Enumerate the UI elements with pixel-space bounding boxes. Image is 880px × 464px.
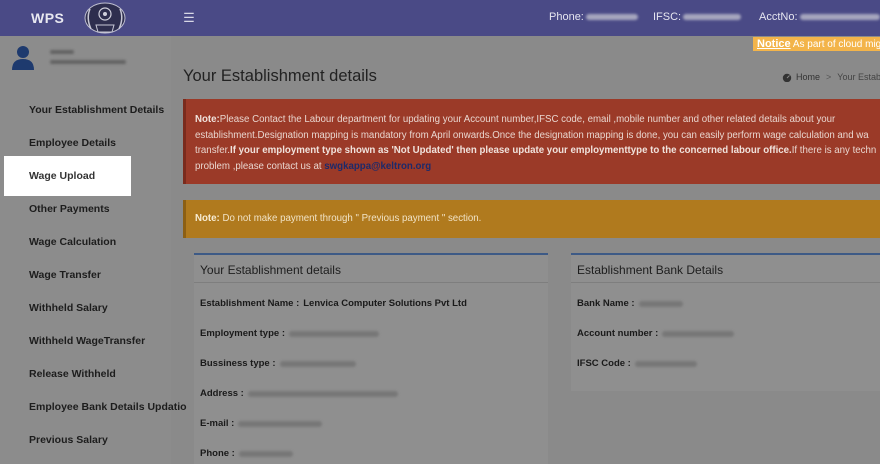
account-number-field: Account number : bbox=[577, 328, 735, 339]
brand: WPS bbox=[0, 0, 170, 36]
page-title: Your Establishment details bbox=[183, 67, 377, 85]
support-email-link[interactable]: swgkappa@keltron.org bbox=[324, 161, 431, 172]
notice-label: Notice bbox=[757, 38, 791, 50]
breadcrumb-separator: > bbox=[826, 72, 832, 82]
sidebar-nav: Your Establishment Details Employee Deta… bbox=[0, 93, 187, 456]
business-type-redacted bbox=[279, 360, 356, 367]
alert-note-payment: Note: Do not make payment through " Prev… bbox=[183, 200, 880, 238]
establishment-panel-title: Your Establishment details bbox=[194, 255, 548, 283]
bank-details-panel: Establishment Bank Details Bank Name : A… bbox=[571, 253, 880, 391]
phone-info: Phone: bbox=[549, 11, 638, 23]
breadcrumb-current: Your Establi bbox=[837, 72, 880, 82]
establishment-name-field: Establishment Name : Lenvica Computer So… bbox=[200, 298, 467, 309]
phone-label: Phone: bbox=[549, 11, 584, 23]
sidebar-item-withheld-salary[interactable]: Withheld Salary bbox=[0, 291, 171, 324]
breadcrumb-home[interactable]: Home bbox=[796, 72, 820, 82]
employment-type-redacted bbox=[289, 330, 379, 337]
sidebar-item-wage-upload[interactable]: Wage Upload bbox=[4, 156, 131, 196]
ifsc-value-redacted bbox=[683, 14, 742, 20]
dashboard-icon bbox=[782, 73, 792, 82]
sidebar-item-previous-salary[interactable]: Previous Salary bbox=[0, 423, 171, 456]
sidebar-item-establishment-details[interactable]: Your Establishment Details bbox=[0, 93, 171, 126]
email-field: E-mail : bbox=[200, 418, 323, 429]
alert-note-bold: If your employment type shown as 'Not Up… bbox=[230, 145, 792, 156]
ifsc-code-field: IFSC Code : bbox=[577, 358, 697, 369]
phone-redacted bbox=[238, 450, 293, 457]
sidebar-item-withheld-wage-transfer[interactable]: Withheld WageTransfer bbox=[0, 324, 171, 357]
main-content: Your Establishment details Home > Your E… bbox=[171, 51, 880, 464]
bank-panel-title: Establishment Bank Details bbox=[571, 255, 880, 283]
ifsc-info: IFSC: bbox=[653, 11, 742, 23]
bank-name-field: Bank Name : bbox=[577, 298, 683, 309]
alert-payment-label: Note: bbox=[195, 213, 220, 224]
business-type-field: Bussiness type : bbox=[200, 358, 356, 369]
sidebar-item-employee-bank-details[interactable]: Employee Bank Details Updatio bbox=[0, 390, 187, 423]
alert-note-label: Note: bbox=[195, 114, 220, 125]
breadcrumb: Home > Your Establi bbox=[782, 72, 880, 82]
top-navbar: WPS ☰ Phone: IFSC: AcctNo: bbox=[0, 0, 880, 36]
ifsc-label: IFSC: bbox=[653, 11, 682, 23]
account-number-redacted bbox=[662, 330, 735, 337]
notice-marquee[interactable]: Notice As part of cloud mig bbox=[753, 37, 880, 51]
brand-name: WPS bbox=[31, 10, 65, 26]
address-field: Address : bbox=[200, 388, 398, 399]
account-label: AcctNo: bbox=[759, 11, 798, 23]
sidebar-item-wage-calculation[interactable]: Wage Calculation bbox=[0, 225, 171, 258]
phone-value-redacted bbox=[585, 14, 638, 20]
user-avatar-icon bbox=[12, 46, 34, 70]
account-info: AcctNo: bbox=[759, 11, 880, 23]
sidebar-item-other-payments[interactable]: Other Payments bbox=[0, 192, 171, 225]
user-panel bbox=[10, 44, 126, 70]
bank-name-redacted bbox=[638, 300, 683, 307]
menu-toggle-icon[interactable]: ☰ bbox=[182, 10, 196, 26]
sidebar-item-wage-transfer[interactable]: Wage Transfer bbox=[0, 258, 171, 291]
ifsc-code-redacted bbox=[634, 360, 697, 367]
employment-type-field: Employment type : bbox=[200, 328, 379, 339]
sidebar: Your Establishment Details Employee Deta… bbox=[0, 36, 187, 464]
establishment-details-panel: Your Establishment details Establishment… bbox=[194, 253, 548, 464]
email-redacted bbox=[238, 420, 323, 427]
user-info-redacted bbox=[50, 50, 126, 64]
sidebar-item-release-withheld[interactable]: Release Withheld bbox=[0, 357, 171, 390]
alert-payment-text: Do not make payment through " Previous p… bbox=[219, 213, 482, 224]
alert-note-contact: Note:Please Contact the Labour departmen… bbox=[183, 99, 880, 184]
account-value-redacted bbox=[799, 14, 880, 20]
notice-text: As part of cloud mig bbox=[790, 39, 880, 50]
phone-field: Phone : bbox=[200, 448, 293, 459]
sidebar-item-employee-details[interactable]: Employee Details bbox=[0, 126, 171, 159]
address-redacted bbox=[247, 390, 398, 397]
state-emblem-icon bbox=[84, 2, 126, 34]
establishment-name-value: Lenvica Computer Solutions Pvt Ltd bbox=[303, 298, 467, 309]
